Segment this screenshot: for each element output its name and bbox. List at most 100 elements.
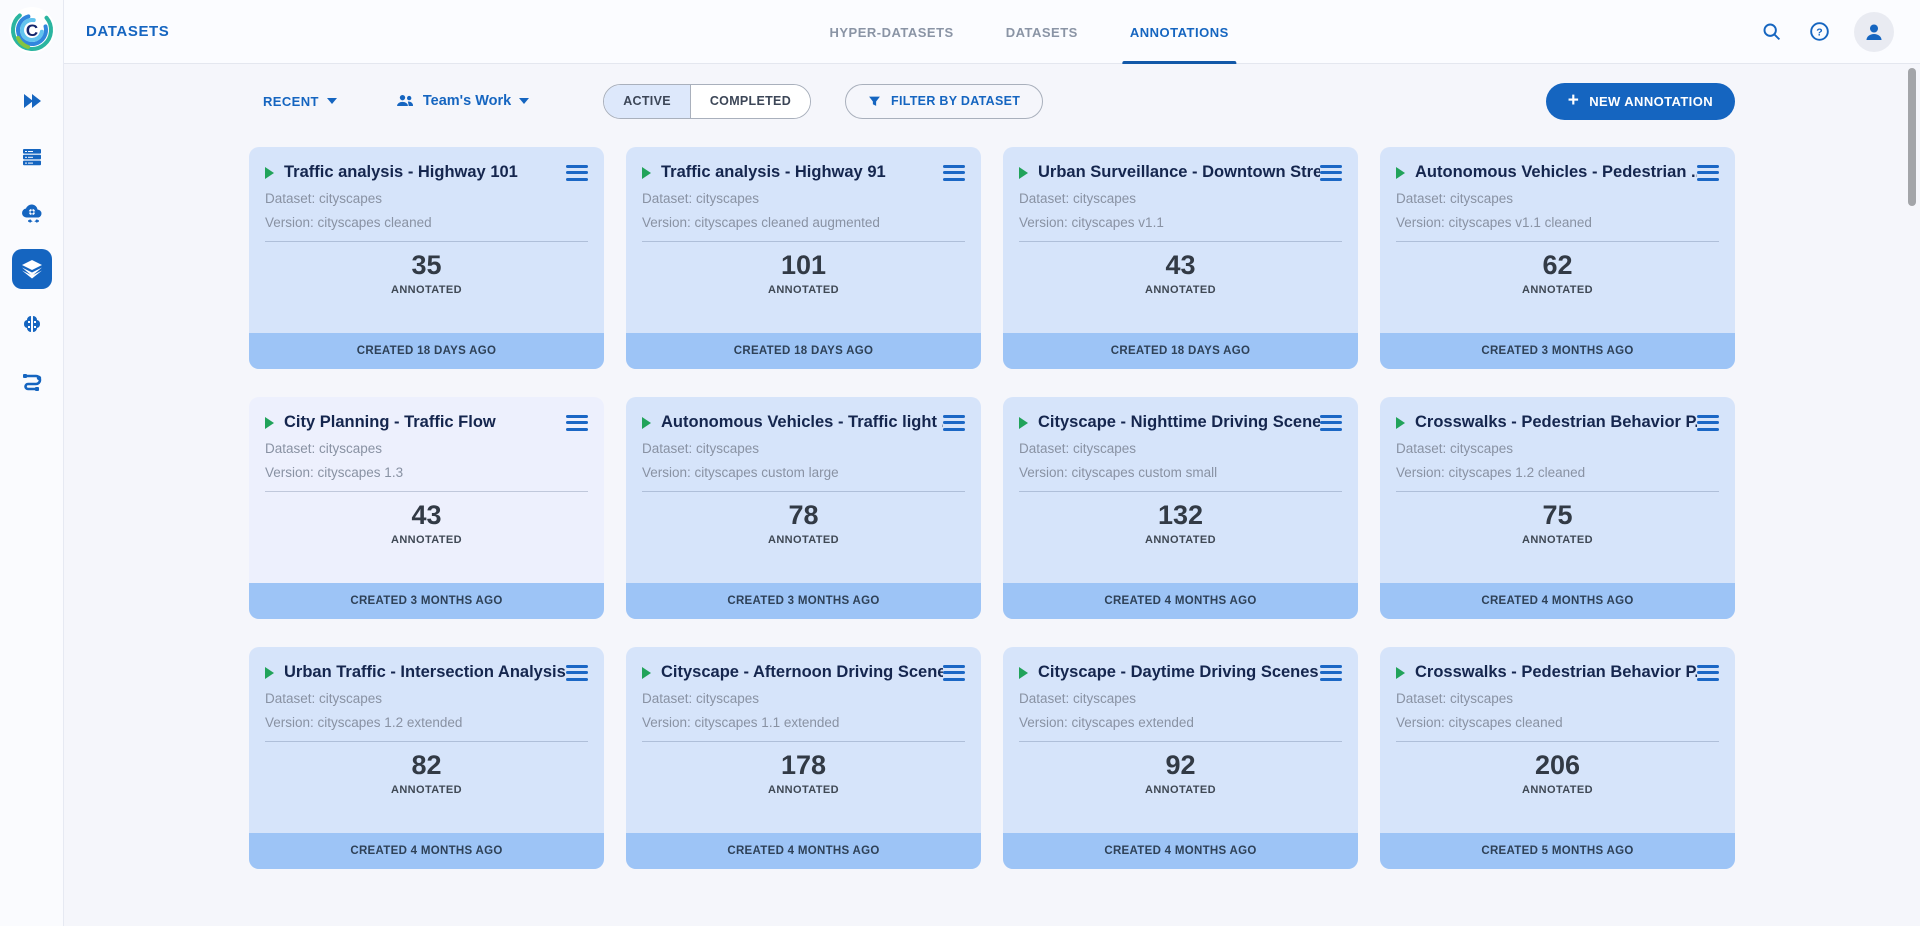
datasets-server-icon (20, 145, 44, 169)
status-option-completed[interactable]: COMPLETED (690, 85, 810, 118)
card[interactable]: Autonomous Vehicles - Traffic light ... … (626, 397, 981, 619)
chevron-down-icon (327, 98, 337, 104)
card[interactable]: Cityscape - Afternoon Driving Scenes Dat… (626, 647, 981, 869)
card-menu-icon[interactable] (566, 415, 588, 431)
card-main: Urban Surveillance - Downtown Stre... Da… (1003, 147, 1358, 333)
play-icon[interactable] (642, 167, 651, 179)
card-divider (265, 241, 588, 242)
card[interactable]: Crosswalks - Pedestrian Behavior P... Da… (1380, 397, 1735, 619)
play-icon[interactable] (642, 417, 651, 429)
card-version: Version: cityscapes custom large (642, 465, 965, 480)
card-annotated-count: 43 (265, 500, 588, 531)
user-icon (1862, 20, 1886, 44)
card-dataset: Dataset: cityscapes (265, 191, 588, 206)
card-menu-icon[interactable] (1697, 415, 1719, 431)
card-menu-icon[interactable] (566, 165, 588, 181)
card-menu-icon[interactable] (943, 665, 965, 681)
card-dataset: Dataset: cityscapes (1019, 441, 1342, 456)
play-icon[interactable] (1019, 417, 1028, 429)
card-dataset: Dataset: cityscapes (642, 691, 965, 706)
sidebar-item-getting-started[interactable] (12, 81, 52, 121)
card-annotated-caption: ANNOTATED (642, 784, 965, 796)
card-created-badge: CREATED 3 MONTHS AGO (249, 583, 604, 619)
toolbar: RECENT Team's Work ACTIVE COMPLETED FILT… (249, 79, 1735, 123)
card-annotated-caption: ANNOTATED (1019, 784, 1342, 796)
play-icon[interactable] (642, 667, 651, 679)
main-tabs: HYPER-DATASETS DATASETS ANNOTATIONS (829, 0, 1228, 64)
card-version: Version: cityscapes custom small (1019, 465, 1342, 480)
card-dataset: Dataset: cityscapes (1396, 441, 1719, 456)
card-divider (1396, 491, 1719, 492)
plus-icon: + (1568, 91, 1580, 110)
play-icon[interactable] (1396, 167, 1405, 179)
card-created-badge: CREATED 4 MONTHS AGO (1003, 833, 1358, 869)
card-menu-icon[interactable] (566, 665, 588, 681)
topbar-actions: ? (1758, 12, 1920, 52)
tab-annotations[interactable]: ANNOTATIONS (1130, 0, 1229, 64)
card[interactable]: Autonomous Vehicles - Pedestrian ... Dat… (1380, 147, 1735, 369)
card-menu-icon[interactable] (1697, 665, 1719, 681)
play-icon[interactable] (1019, 667, 1028, 679)
card[interactable]: Urban Surveillance - Downtown Stre... Da… (1003, 147, 1358, 369)
card-divider (265, 741, 588, 742)
card[interactable]: Cityscape - Nighttime Driving Scenes Dat… (1003, 397, 1358, 619)
help-button[interactable]: ? (1806, 19, 1832, 45)
search-button[interactable] (1758, 19, 1784, 45)
card-created-badge: CREATED 3 MONTHS AGO (1380, 333, 1735, 369)
card-version: Version: cityscapes 1.2 extended (265, 715, 588, 730)
card-menu-icon[interactable] (1320, 165, 1342, 181)
card[interactable]: Crosswalks - Pedestrian Behavior P... Da… (1380, 647, 1735, 869)
card-menu-icon[interactable] (1697, 165, 1719, 181)
play-icon[interactable] (265, 417, 274, 429)
card-main: Crosswalks - Pedestrian Behavior P... Da… (1380, 647, 1735, 833)
card[interactable]: Traffic analysis - Highway 91 Dataset: c… (626, 147, 981, 369)
tab-hyper-datasets[interactable]: HYPER-DATASETS (829, 0, 953, 64)
card[interactable]: Cityscape - Daytime Driving Scenes Datas… (1003, 647, 1358, 869)
sidebar-item-deploy[interactable] (12, 193, 52, 233)
filter-by-dataset-label: FILTER BY DATASET (891, 94, 1020, 108)
card-annotated-count: 101 (642, 250, 965, 281)
play-icon[interactable] (265, 667, 274, 679)
new-annotation-button[interactable]: + NEW ANNOTATION (1546, 83, 1735, 120)
play-icon[interactable] (265, 167, 274, 179)
card[interactable]: City Planning - Traffic Flow Dataset: ci… (249, 397, 604, 619)
card-title: Cityscape - Nighttime Driving Scenes (1038, 413, 1320, 432)
card-version: Version: cityscapes cleaned (265, 215, 588, 230)
card-annotated-count: 92 (1019, 750, 1342, 781)
card[interactable]: Traffic analysis - Highway 101 Dataset: … (249, 147, 604, 369)
card-annotated-count: 132 (1019, 500, 1342, 531)
card-title: Autonomous Vehicles - Traffic light ... (661, 413, 943, 432)
sort-dropdown[interactable]: RECENT (263, 94, 337, 109)
sidebar-item-models[interactable] (12, 305, 52, 345)
card[interactable]: Urban Traffic - Intersection Analysis Da… (249, 647, 604, 869)
sidebar-item-datasets[interactable] (12, 137, 52, 177)
sidebar-item-pipelines[interactable] (12, 361, 52, 401)
card-version: Version: cityscapes 1.2 cleaned (1396, 465, 1719, 480)
app-logo[interactable]: C (8, 6, 56, 54)
card-annotated-count: 35 (265, 250, 588, 281)
sidebar-item-annotations[interactable] (12, 249, 52, 289)
card-divider (642, 491, 965, 492)
card-dataset: Dataset: cityscapes (1019, 191, 1342, 206)
card-title: Traffic analysis - Highway 91 (661, 163, 943, 182)
card-menu-icon[interactable] (1320, 415, 1342, 431)
annotation-cards-grid: Traffic analysis - Highway 101 Dataset: … (249, 147, 1735, 869)
card-menu-icon[interactable] (943, 415, 965, 431)
play-icon[interactable] (1019, 167, 1028, 179)
tab-datasets[interactable]: DATASETS (1006, 0, 1078, 64)
play-icon[interactable] (1396, 417, 1405, 429)
card-version: Version: cityscapes cleaned augmented (642, 215, 965, 230)
card-menu-icon[interactable] (1320, 665, 1342, 681)
play-icon[interactable] (1396, 667, 1405, 679)
card-main: Urban Traffic - Intersection Analysis Da… (249, 647, 604, 833)
card-menu-icon[interactable] (943, 165, 965, 181)
card-annotated-caption: ANNOTATED (265, 284, 588, 296)
filter-by-dataset-button[interactable]: FILTER BY DATASET (845, 84, 1043, 119)
vertical-scrollbar[interactable] (1908, 68, 1916, 206)
chevron-down-icon (519, 98, 529, 104)
user-avatar[interactable] (1854, 12, 1894, 52)
scope-dropdown[interactable]: Team's Work (395, 91, 529, 111)
card-version: Version: cityscapes extended (1019, 715, 1342, 730)
status-option-active[interactable]: ACTIVE (604, 85, 690, 118)
card-dataset: Dataset: cityscapes (642, 441, 965, 456)
